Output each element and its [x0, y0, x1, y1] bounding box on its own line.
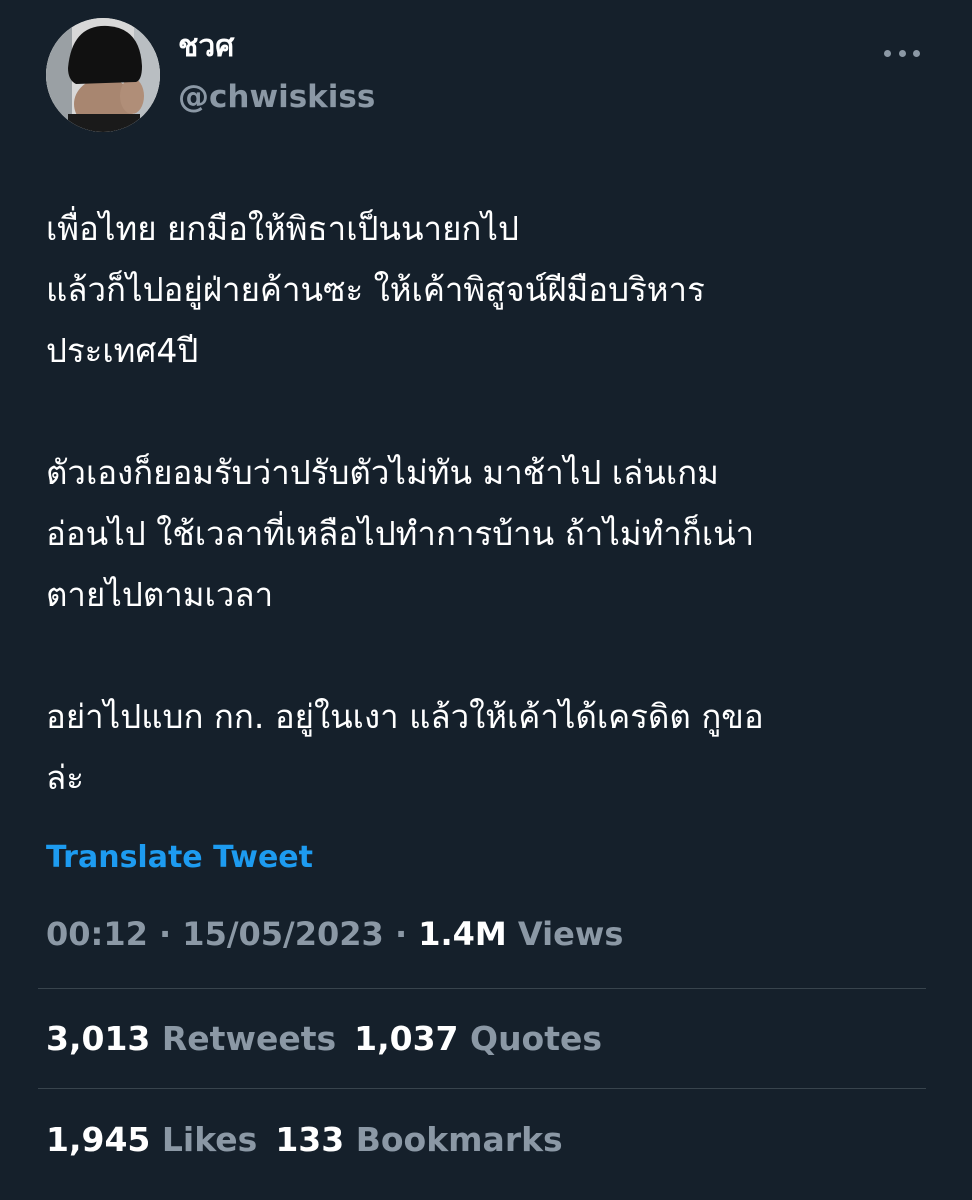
more-horizontal-icon — [913, 49, 920, 57]
bookmarks-label: Bookmarks — [355, 1120, 563, 1159]
avatar[interactable] — [46, 18, 160, 132]
views-label: Views — [517, 915, 624, 953]
divider — [38, 988, 926, 989]
quotes-stat[interactable]: 1,037 Quotes — [354, 1019, 602, 1058]
tweet-paragraph: ตัวเองก็ยอมรับว่าปรับตัวไม่ทัน มาช้าไป เ… — [46, 453, 755, 614]
meta-separator: · — [147, 915, 183, 953]
retweets-label: Retweets — [161, 1019, 337, 1058]
likes-label: Likes — [161, 1120, 258, 1159]
retweets-count: 3,013 — [46, 1019, 151, 1058]
divider — [38, 1088, 926, 1089]
meta-separator: · — [383, 915, 419, 953]
bookmarks-count: 133 — [275, 1120, 345, 1159]
more-horizontal-icon — [898, 49, 906, 57]
likes-stat[interactable]: 1,945 Likes — [46, 1120, 257, 1159]
engagement-row-reposts: 3,013 Retweets 1,037 Quotes — [46, 1017, 620, 1061]
display-name[interactable]: ชวศ — [178, 32, 234, 62]
user-handle[interactable]: @chwiskiss — [178, 82, 375, 113]
more-options-button[interactable] — [884, 46, 920, 60]
tweet-date[interactable]: 15/05/2023 — [182, 915, 384, 953]
tweet-paragraph: เพื่อไทย ยกมือให้พิธาเป็นนายกไป แล้วก็ไป… — [46, 209, 705, 370]
tweet-text: เพื่อไทย ยกมือให้พิธาเป็นนายกไป แล้วก็ไป… — [46, 198, 926, 808]
tweet-metadata: 00:12 · 15/05/2023 · 1.4M Views — [46, 912, 623, 956]
quotes-label: Quotes — [470, 1019, 603, 1058]
bookmarks-stat[interactable]: 133 Bookmarks — [275, 1120, 562, 1159]
tweet-paragraph: อย่าไปแบก กก. อยู่ในเงา แล้วให้เค้าได้เค… — [46, 697, 764, 797]
tweet-time[interactable]: 00:12 — [46, 915, 148, 953]
avatar-image — [46, 18, 160, 132]
views-count: 1.4M — [418, 915, 507, 953]
more-horizontal-icon — [884, 49, 891, 57]
retweets-stat[interactable]: 3,013 Retweets — [46, 1019, 336, 1058]
tweet-header: ชวศ @chwiskiss — [46, 16, 926, 136]
engagement-row-likes: 1,945 Likes 133 Bookmarks — [46, 1118, 581, 1162]
likes-count: 1,945 — [46, 1120, 151, 1159]
translate-tweet-link[interactable]: Translate Tweet — [46, 838, 313, 878]
quotes-count: 1,037 — [354, 1019, 459, 1058]
